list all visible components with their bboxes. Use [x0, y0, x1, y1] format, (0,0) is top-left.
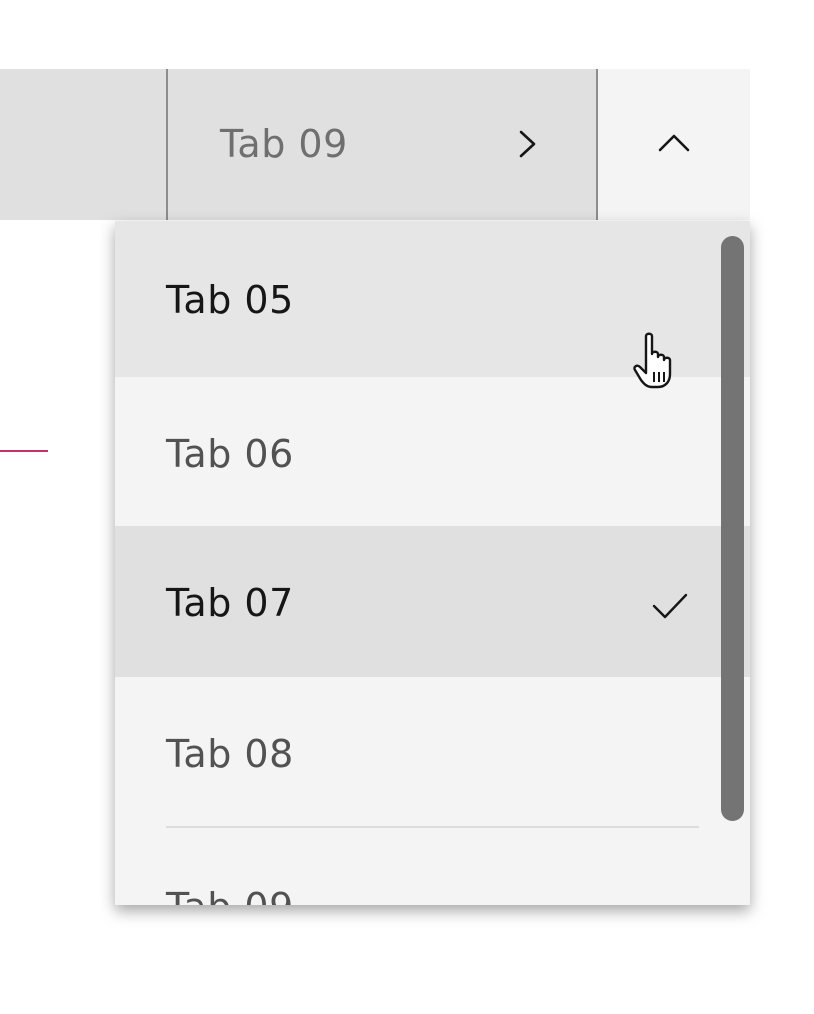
pointer-hand-icon — [632, 332, 684, 390]
menu-item-tab-07[interactable]: Tab 07 — [115, 526, 750, 677]
menu-item-label: Tab 06 — [166, 432, 294, 476]
menu-item-label: Tab 09 — [166, 882, 294, 905]
menu-item-tab-08[interactable]: Tab 08 — [115, 677, 750, 828]
menu-item-label: Tab 08 — [166, 732, 294, 776]
chevron-right-icon[interactable] — [506, 122, 550, 166]
accent-line — [0, 450, 48, 452]
overflow-menu: Tab 05 Tab 06 Tab 07 Tab 08 Tab 09 — [115, 221, 750, 905]
menu-item-tab-06[interactable]: Tab 06 — [115, 377, 750, 528]
tab-strip-background — [0, 69, 166, 220]
tab-current-label: Tab 09 — [220, 122, 348, 166]
tab-current[interactable]: Tab 09 — [166, 69, 598, 220]
menu-item-label: Tab 05 — [166, 278, 294, 322]
menu-item-label: Tab 07 — [166, 581, 294, 625]
tabs-overflow-screen: Tab 09 Tab 05 Tab 06 Tab 07 Tab 08 — [0, 0, 814, 1014]
menu-scrollbar[interactable] — [721, 236, 744, 821]
checkmark-icon — [650, 586, 690, 626]
chevron-up-icon — [657, 132, 691, 158]
overflow-menu-toggle[interactable] — [598, 69, 750, 220]
menu-item-tab-09[interactable]: Tab 09 — [115, 830, 750, 905]
menu-divider — [166, 826, 699, 828]
